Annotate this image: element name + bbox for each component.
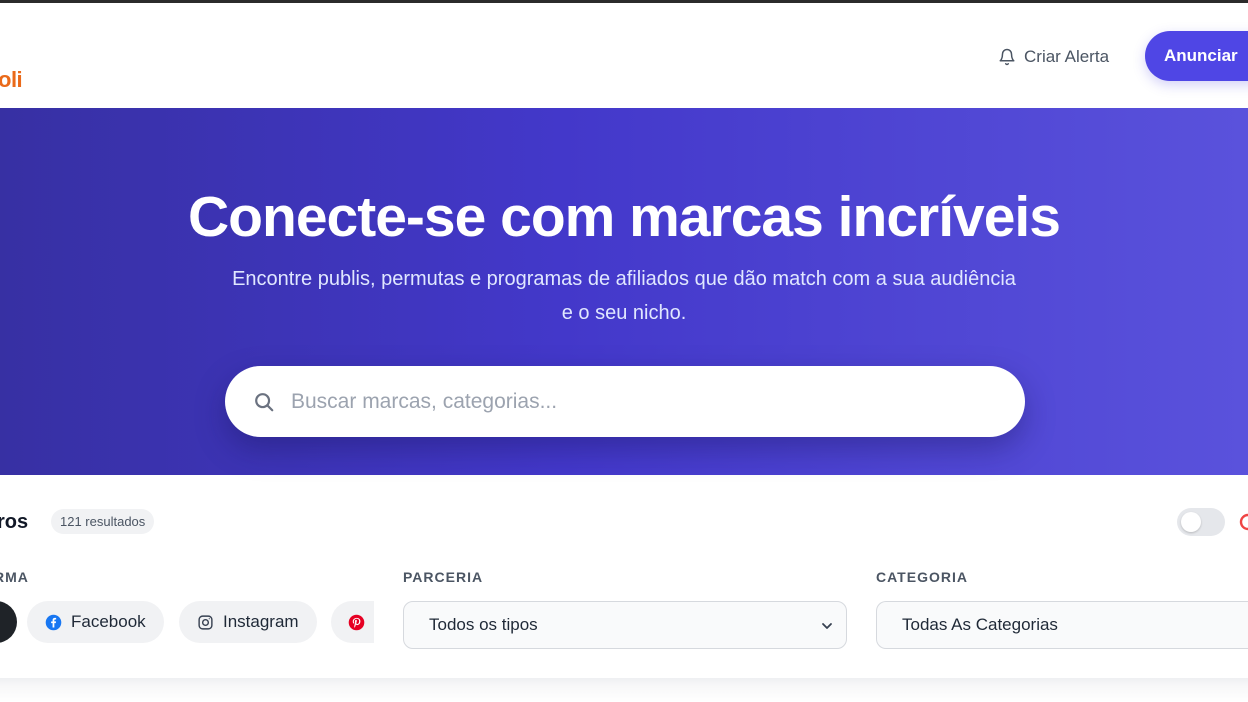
chip-facebook-label: Facebook bbox=[71, 612, 146, 631]
chip-instagram[interactable]: Instagram bbox=[179, 601, 317, 643]
partnership-value: Todos os tipos bbox=[429, 615, 538, 634]
search-bar[interactable] bbox=[225, 366, 1025, 437]
site-header: oli Criar Alerta Anunciar bbox=[0, 3, 1248, 108]
pinterest-icon bbox=[348, 614, 365, 630]
hero-title: Conecte-se com marcas incríveis bbox=[188, 185, 1061, 249]
platform-label: RMA bbox=[0, 569, 29, 585]
create-alert-button[interactable]: Criar Alerta bbox=[998, 45, 1109, 69]
filters-heading: ros bbox=[0, 511, 29, 533]
chip-instagram-label: Instagram bbox=[223, 612, 299, 631]
category-label: CATEGORIA bbox=[876, 569, 968, 585]
bell-icon bbox=[999, 48, 1015, 66]
hero-subtitle: Encontre publis, permutas e programas de… bbox=[232, 268, 1016, 324]
create-alert-label: Criar Alerta bbox=[1024, 47, 1110, 66]
category-select[interactable]: Todas As Categorias bbox=[876, 601, 1248, 649]
chip-pinterest[interactable] bbox=[331, 601, 374, 643]
chip-all-platforms[interactable] bbox=[0, 601, 17, 643]
chevron-down-icon bbox=[822, 623, 832, 629]
hero-banner: Conecte-se com marcas incríveis Encontre… bbox=[0, 108, 1248, 475]
search-input[interactable] bbox=[291, 389, 971, 414]
brand-logo[interactable]: oli bbox=[0, 67, 23, 93]
filter-toggle[interactable] bbox=[1177, 508, 1225, 536]
section-divider bbox=[0, 678, 1248, 702]
facebook-icon bbox=[45, 614, 62, 630]
partnership-label: PARCERIA bbox=[403, 569, 484, 585]
results-count-badge: 121 resultados bbox=[51, 509, 155, 534]
toggle-knob bbox=[1181, 512, 1201, 532]
clear-filters-icon[interactable] bbox=[1238, 512, 1248, 532]
announce-button[interactable]: Anunciar bbox=[1145, 31, 1248, 81]
instagram-icon bbox=[198, 614, 213, 630]
partnership-select[interactable]: Todos os tipos bbox=[403, 601, 847, 649]
search-icon bbox=[255, 392, 274, 411]
chip-facebook[interactable]: Facebook bbox=[27, 601, 164, 643]
category-value: Todas As Categorias bbox=[902, 615, 1058, 634]
